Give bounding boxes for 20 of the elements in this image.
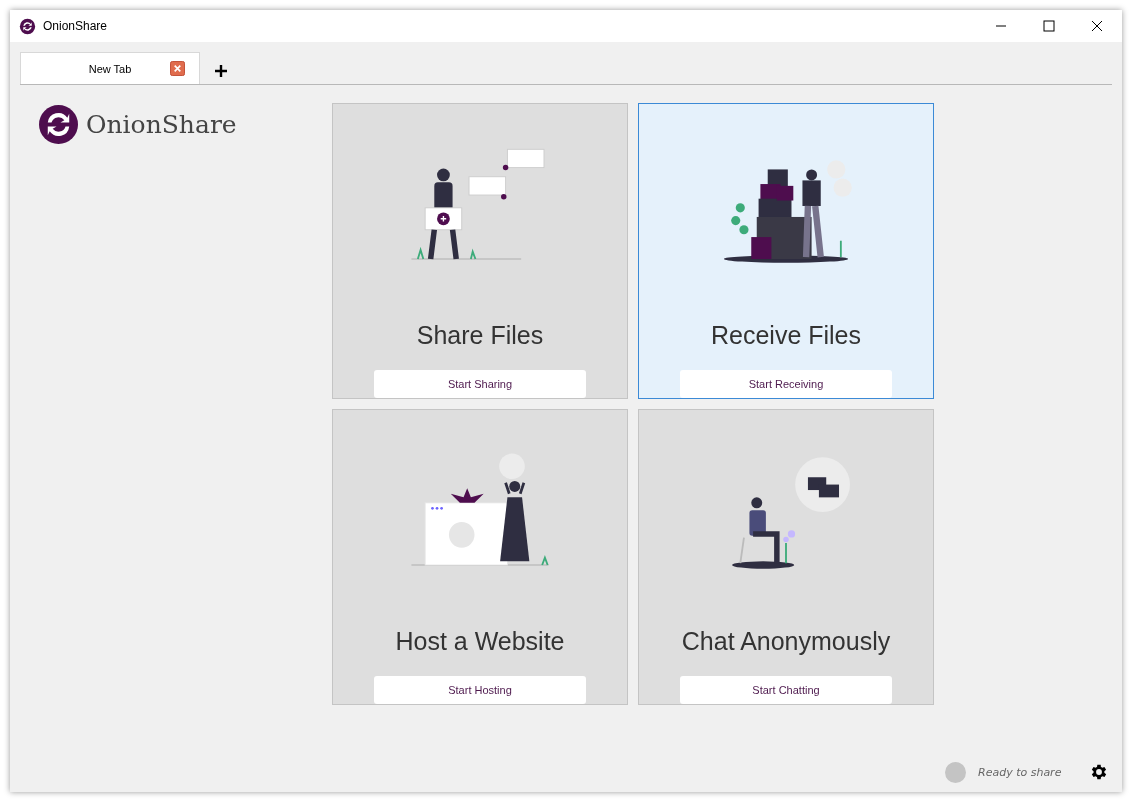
app-logo-icon — [39, 105, 78, 144]
close-icon[interactable] — [1091, 20, 1103, 32]
status-text: Ready to share — [978, 765, 1063, 779]
tab[interactable]: New Tab — [20, 52, 200, 84]
status-indicator-icon — [945, 761, 966, 783]
start-button[interactable]: Start Sharing — [374, 370, 586, 398]
mode-title: Host a Website — [395, 627, 565, 657]
start-button[interactable]: Start Hosting — [374, 676, 586, 704]
close-tab-icon[interactable] — [170, 61, 185, 76]
mode-title: Share Files — [416, 321, 544, 351]
start-button[interactable]: Start Receiving — [680, 370, 892, 398]
add-tab-icon[interactable] — [214, 64, 228, 78]
mode-title: Receive Files — [710, 321, 862, 351]
maximize-icon[interactable] — [1043, 20, 1055, 32]
mode-title: Chat Anonymously — [681, 627, 891, 657]
logo-text: OnionShare — [86, 110, 237, 139]
app-logo-icon — [19, 17, 36, 35]
settings-icon[interactable] — [1089, 762, 1109, 782]
window-title: OnionShare — [43, 19, 108, 33]
start-button[interactable]: Start Chatting — [680, 676, 892, 704]
